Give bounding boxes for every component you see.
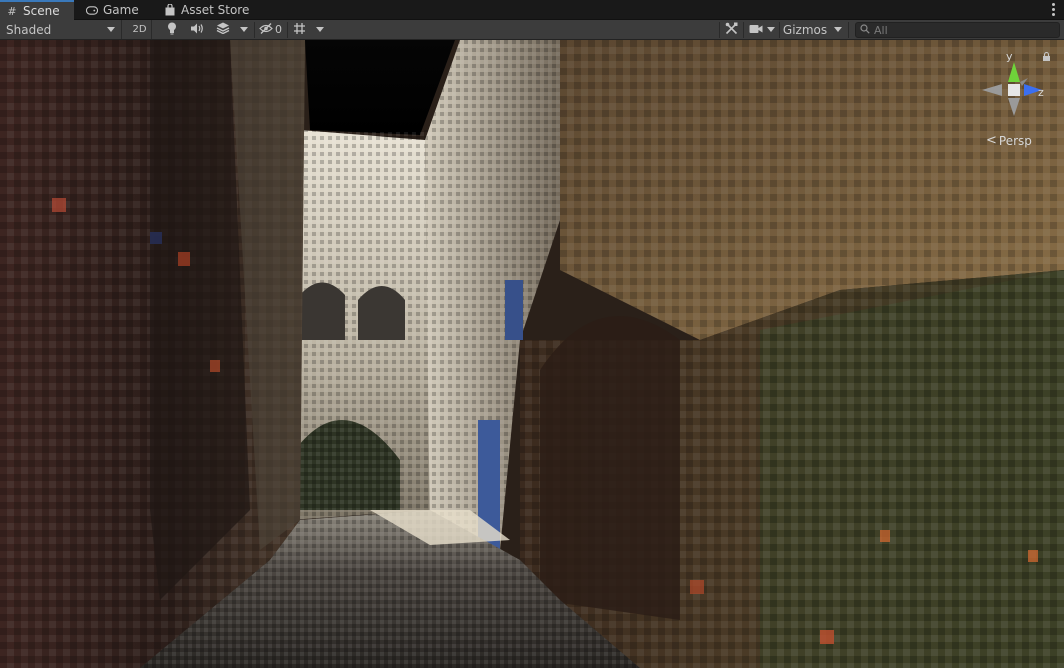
- scene-toolbar: Shaded 2D 0 Gizmos All: [0, 20, 1064, 40]
- more-options-icon[interactable]: [1050, 3, 1056, 17]
- toolbar-divider: [719, 22, 720, 38]
- draw-mode-dropdown[interactable]: Shaded: [0, 20, 122, 39]
- projection-toggle[interactable]: < Persp: [986, 133, 1032, 148]
- gamepad-icon: [86, 4, 98, 16]
- hidden-count: 0: [275, 23, 282, 36]
- lightbulb-icon: [167, 22, 177, 38]
- chevron-down-icon: [107, 27, 115, 32]
- camera-settings-dropdown[interactable]: [765, 20, 777, 39]
- camera-icon: [749, 23, 763, 37]
- gizmos-dropdown[interactable]: [831, 20, 845, 39]
- search-input[interactable]: [874, 23, 1054, 37]
- tab-game-label: Game: [103, 3, 139, 17]
- effects-dropdown[interactable]: [237, 20, 251, 39]
- scene-render: [0, 40, 1064, 668]
- draw-mode-label: Shaded: [6, 22, 52, 37]
- scene-viewport[interactable]: y z < Persp: [0, 40, 1064, 668]
- hierarchy-search-field[interactable]: [855, 22, 1060, 38]
- editor-tab-bar: # Scene Game Asset Store: [0, 0, 1064, 20]
- toolbar-divider: [743, 22, 744, 38]
- tab-scene[interactable]: # Scene: [0, 0, 74, 20]
- shopping-bag-icon: [164, 4, 176, 16]
- chevron-left-icon: <: [986, 133, 997, 148]
- gizmos-toggle[interactable]: Gizmos: [781, 20, 829, 39]
- eye-hidden-icon: [259, 22, 273, 37]
- hash-icon: #: [7, 4, 17, 18]
- grid-icon: [293, 22, 306, 38]
- speaker-icon: [190, 23, 204, 37]
- tab-scene-label: Scene: [23, 4, 60, 18]
- toolbar-divider: [287, 22, 288, 38]
- chevron-down-icon: [240, 27, 248, 32]
- tab-game[interactable]: Game: [80, 0, 144, 20]
- chevron-down-icon: [834, 27, 842, 32]
- gizmo-y-label: y: [1006, 50, 1013, 63]
- audio-toggle[interactable]: [186, 20, 208, 39]
- lock-icon[interactable]: [1042, 52, 1051, 61]
- search-icon: [860, 23, 870, 37]
- toolbar-divider: [254, 22, 255, 38]
- scene-visibility-toggle[interactable]: 0: [256, 20, 286, 39]
- tools-icon: [725, 22, 738, 38]
- layers-icon: [216, 22, 230, 37]
- 2d-mode-toggle[interactable]: 2D: [128, 20, 152, 39]
- toolbar-divider: [848, 22, 849, 38]
- gizmo-z-label: z: [1038, 86, 1044, 99]
- projection-label: Persp: [998, 133, 1032, 148]
- chevron-down-icon: [767, 27, 775, 32]
- toolbar-divider: [779, 22, 780, 38]
- camera-settings-button[interactable]: [746, 20, 766, 39]
- tools-toggle[interactable]: [721, 20, 741, 39]
- chevron-down-icon: [316, 27, 324, 32]
- tab-asset-store[interactable]: Asset Store: [158, 0, 258, 20]
- grid-dropdown[interactable]: [313, 20, 327, 39]
- tab-asset-store-label: Asset Store: [181, 3, 250, 17]
- lighting-toggle[interactable]: [162, 20, 182, 39]
- grid-toggle[interactable]: [289, 20, 309, 39]
- effects-toggle[interactable]: [212, 20, 234, 39]
